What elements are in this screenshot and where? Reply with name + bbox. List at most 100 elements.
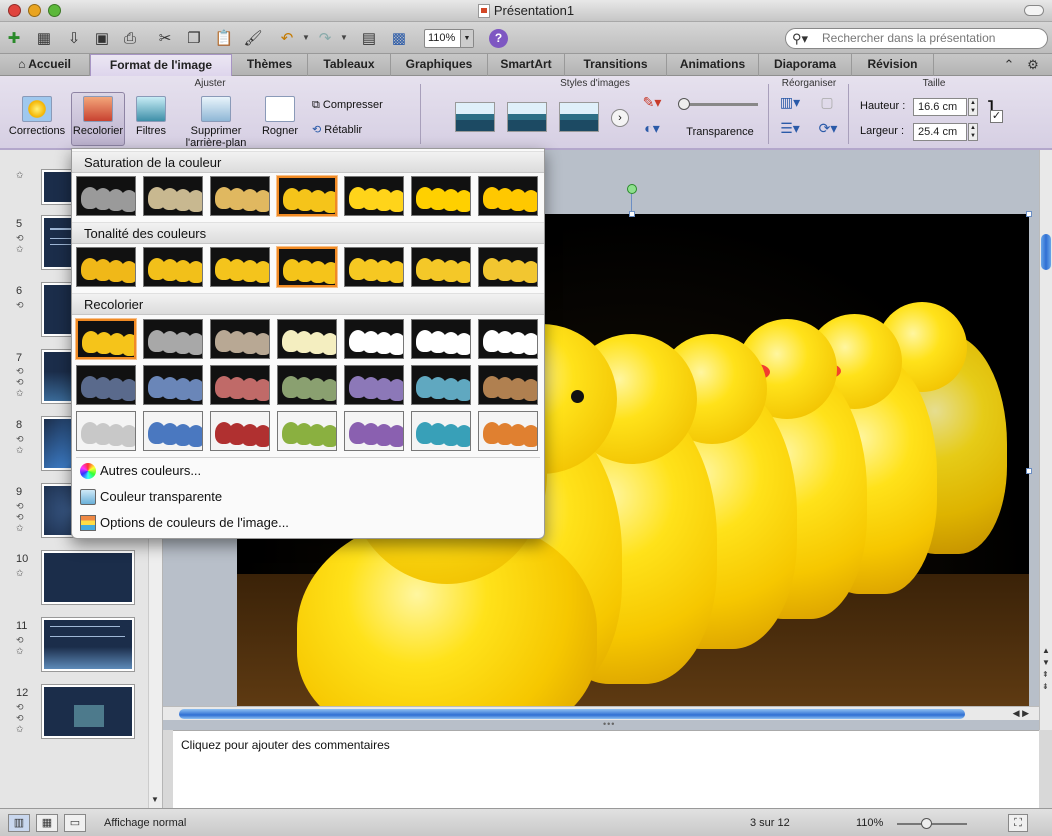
tab-tableaux[interactable]: Tableaux [308, 54, 391, 76]
normal-view-button[interactable]: ▥ [8, 814, 30, 832]
resize-handle[interactable] [1026, 211, 1032, 217]
tab-format-image[interactable]: Format de l'image [90, 54, 232, 77]
fit-to-window-icon[interactable]: ⛶ [1008, 814, 1028, 832]
scroll-down-icon[interactable]: ▼ [151, 795, 159, 804]
collapse-ribbon-icon[interactable]: ⌃ [998, 54, 1020, 76]
recolor-swatch[interactable] [478, 365, 538, 405]
tab-diaporama[interactable]: Diaporama [759, 54, 852, 76]
recolor-swatch[interactable] [478, 319, 538, 359]
recolor-swatch[interactable] [344, 176, 404, 216]
transparency-slider[interactable] [682, 103, 758, 106]
rogner-button[interactable]: Rogner [258, 96, 302, 137]
recolor-swatch[interactable] [76, 411, 136, 451]
recolor-swatch[interactable] [277, 176, 337, 216]
corrections-button[interactable]: Corrections [6, 96, 68, 137]
recolor-swatch[interactable] [344, 319, 404, 359]
chevron-right-icon[interactable]: › [611, 109, 629, 127]
recolor-swatch[interactable] [210, 319, 270, 359]
tab-revision[interactable]: Révision [852, 54, 934, 76]
slide-thumbnail[interactable] [42, 551, 134, 604]
recolor-swatch[interactable] [478, 411, 538, 451]
slideshow-view-button[interactable]: ▭ [64, 814, 86, 832]
recolor-swatch[interactable] [143, 176, 203, 216]
undo-menu-caret[interactable]: ▼ [302, 33, 310, 42]
cut-icon[interactable]: ✂ [154, 27, 176, 49]
scroll-arrows-icon[interactable]: ▲ ▼ ⇞ ⇟ [1042, 645, 1050, 693]
tab-animations[interactable]: Animations [667, 54, 759, 76]
retablir-button[interactable]: ⟲ Rétablir [312, 124, 407, 136]
group-icon[interactable]: ▢ [814, 95, 840, 109]
recolor-swatch[interactable] [411, 247, 471, 287]
resize-handle[interactable] [1026, 468, 1032, 474]
open-icon[interactable]: ⇩ [63, 27, 85, 49]
gallery-icon[interactable]: ▦ [33, 27, 55, 49]
notes-pane[interactable]: Cliquez pour ajouter des commentaires [173, 730, 1039, 808]
scroll-arrows-icon[interactable]: ◀ ▶ [1013, 708, 1029, 719]
arrange-icon[interactable]: ▥▾ [776, 95, 804, 109]
filtres-button[interactable]: Filtres [130, 96, 172, 137]
rotate-icon[interactable]: ⟳▾ [814, 121, 842, 135]
zoom-slider-knob[interactable] [921, 818, 932, 829]
recolor-swatch[interactable] [411, 176, 471, 216]
recolor-swatch[interactable] [411, 411, 471, 451]
recolor-swatch[interactable] [143, 319, 203, 359]
style-thumb[interactable] [507, 102, 547, 132]
slide-horizontal-scrollbar[interactable]: ◀ ▶ [163, 706, 1039, 720]
resize-handle[interactable] [629, 211, 635, 217]
close-window-button[interactable] [8, 4, 21, 17]
zoom-slider[interactable] [897, 823, 967, 825]
recolor-swatch[interactable] [344, 411, 404, 451]
tab-smartart[interactable]: SmartArt [488, 54, 565, 76]
recolor-swatch[interactable] [76, 176, 136, 216]
recolor-swatch[interactable] [76, 365, 136, 405]
align-icon[interactable]: ☰▾ [776, 121, 804, 135]
recolor-swatch[interactable] [210, 411, 270, 451]
menu-item-color-options[interactable]: Options de couleurs de l'image... [72, 510, 544, 536]
copy-icon[interactable]: ❐ [183, 27, 205, 49]
recolor-swatch[interactable] [411, 319, 471, 359]
slide-thumbnail[interactable] [42, 618, 134, 671]
width-field[interactable]: 25.4 cm [913, 123, 967, 141]
toolbar-toggle-button[interactable] [1024, 5, 1044, 16]
slide-thumbnail[interactable] [42, 685, 134, 738]
lock-ratio-checkbox[interactable]: ✓ [990, 110, 1003, 123]
minimize-window-button[interactable] [28, 4, 41, 17]
recolor-swatch[interactable] [210, 247, 270, 287]
recolor-swatch[interactable] [277, 319, 337, 359]
scroll-thumb[interactable] [179, 709, 965, 719]
splitter-handle[interactable]: ••• [603, 719, 615, 729]
recolor-swatch[interactable] [143, 411, 203, 451]
width-stepper[interactable]: ▲ ▼ [968, 123, 978, 141]
print-icon[interactable]: ⎙ [119, 27, 141, 49]
effects-icon[interactable]: ◐▾ [638, 121, 666, 135]
zoom-window-button[interactable] [48, 4, 61, 17]
supprimer-arriere-plan-button[interactable]: Supprimer l'arrière-plan [180, 96, 252, 149]
recolor-swatch[interactable] [143, 365, 203, 405]
recolor-swatch[interactable] [210, 176, 270, 216]
recolor-swatch[interactable] [344, 365, 404, 405]
scroll-thumb[interactable] [1041, 234, 1051, 270]
recolor-swatch[interactable] [277, 411, 337, 451]
slideshow-icon[interactable]: ▩ [388, 27, 410, 49]
search-input[interactable]: ⚲▾ Rechercher dans la présentation [785, 28, 1048, 49]
new-icon[interactable]: ✚ [3, 27, 25, 49]
recolor-swatch[interactable] [143, 247, 203, 287]
recolor-swatch[interactable] [210, 365, 270, 405]
recolor-swatch[interactable] [478, 176, 538, 216]
recolor-swatch[interactable] [76, 319, 136, 359]
menu-item-transparent-color[interactable]: Couleur transparente [72, 484, 544, 510]
redo-menu-caret[interactable]: ▼ [340, 33, 348, 42]
undo-icon[interactable]: ↶ [276, 27, 298, 49]
gear-icon[interactable]: ⚙ [1022, 54, 1044, 76]
zoom-select[interactable]: 110% ▼ [424, 29, 474, 48]
recolor-swatch[interactable] [76, 247, 136, 287]
recolor-swatch[interactable] [411, 365, 471, 405]
format-painter-icon[interactable]: 🖌 [242, 27, 264, 49]
style-thumb[interactable] [455, 102, 495, 132]
save-icon[interactable]: ▣ [91, 27, 113, 49]
compresser-button[interactable]: ⧉ Compresser [312, 99, 407, 111]
height-stepper[interactable]: ▲ ▼ [968, 98, 978, 116]
border-color-icon[interactable]: ✎▾ [638, 95, 666, 109]
recolor-swatch[interactable] [277, 247, 337, 287]
tab-themes[interactable]: Thèmes [232, 54, 308, 76]
